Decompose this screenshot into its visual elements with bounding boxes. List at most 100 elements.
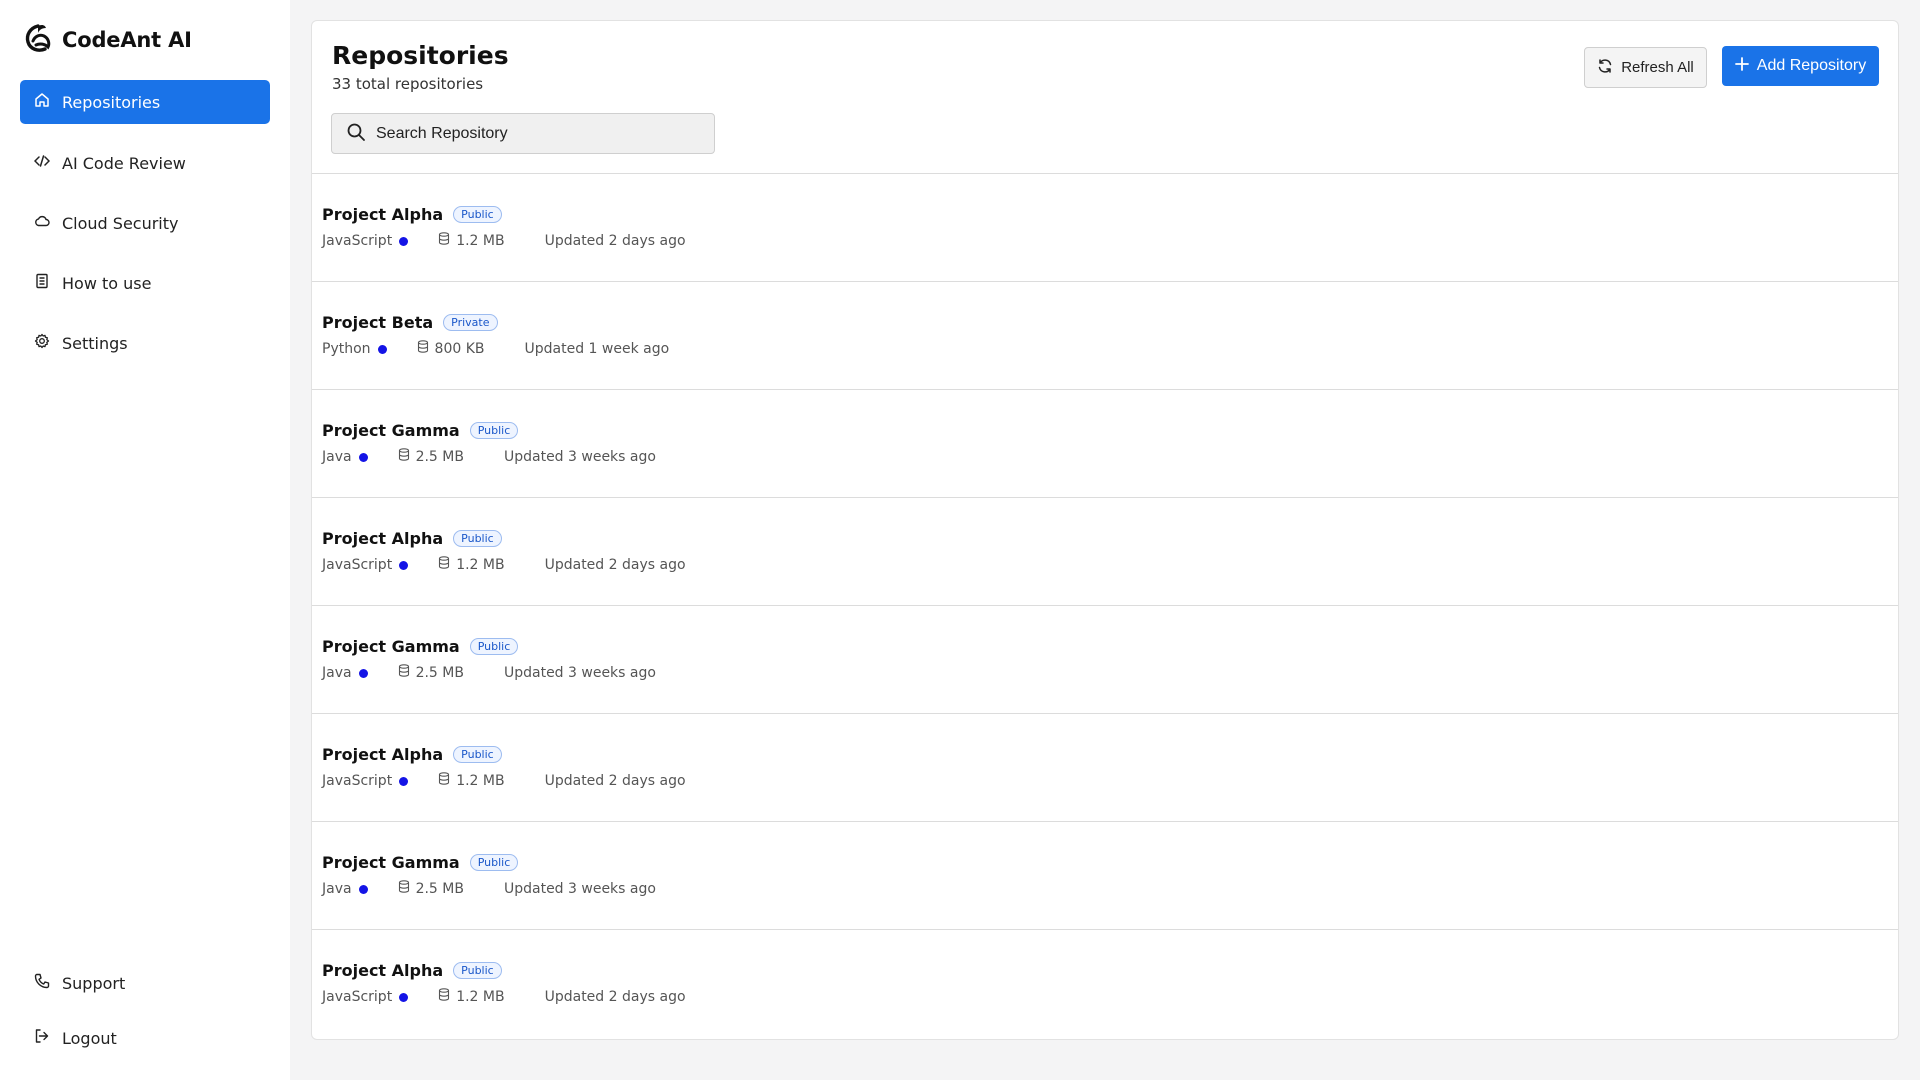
sidebar-item-settings[interactable]: Settings [20, 321, 270, 365]
language-dot-icon [358, 669, 368, 678]
gear-icon [34, 333, 50, 353]
repository-name: Project Alpha [322, 745, 444, 764]
repository-row[interactable]: Project Beta Private Python 800 KB Updat… [312, 282, 1898, 390]
database-icon [398, 880, 410, 897]
database-icon [398, 664, 410, 681]
phone-icon [34, 973, 50, 993]
visibility-badge: Public [453, 530, 502, 547]
add-repository-label: Add Repository [1756, 57, 1867, 74]
logout-icon [34, 1028, 50, 1048]
repository-language: JavaScript [322, 232, 393, 249]
repository-language: Java [322, 664, 352, 681]
codeant-logo-icon [24, 22, 54, 58]
visibility-badge: Public [453, 746, 502, 763]
panel-header: Repositories 33 total repositories Refre… [312, 21, 1898, 174]
plus-icon [1734, 56, 1749, 76]
visibility-badge: Public [469, 854, 519, 871]
visibility-badge: Public [453, 206, 502, 223]
brand-name: CodeAnt AI [62, 28, 192, 52]
repository-language: Java [322, 880, 352, 897]
sidebar-item-label: Repositories [62, 92, 161, 112]
database-icon [398, 448, 410, 465]
repository-size: 1.2 MB [456, 556, 505, 573]
repository-updated: Updated 2 days ago [544, 232, 686, 249]
repository-language: Java [322, 448, 352, 465]
repository-name: Project Gamma [322, 637, 460, 656]
refresh-icon [1597, 58, 1613, 78]
repository-updated: Updated 1 week ago [524, 340, 670, 357]
search-icon [346, 122, 366, 146]
visibility-badge: Public [469, 638, 519, 655]
cloud-icon [34, 213, 50, 233]
repository-name: Project Gamma [322, 421, 460, 440]
code-icon [33, 153, 51, 173]
repository-row[interactable]: Project Alpha Public JavaScript 1.2 MB U… [312, 498, 1898, 606]
refresh-all-button[interactable]: Refresh All [1584, 47, 1707, 88]
repository-updated: Updated 3 weeks ago [503, 664, 656, 681]
search-input[interactable] [376, 124, 696, 143]
sidebar-item-logout[interactable]: Logout [20, 1016, 270, 1060]
repository-updated: Updated 2 days ago [544, 988, 686, 1005]
sidebar-item-label: AI Code Review [62, 153, 186, 173]
repository-updated: Updated 2 days ago [544, 556, 686, 573]
repository-list: Project Alpha Public JavaScript 1.2 MB U… [312, 174, 1898, 1038]
language-dot-icon [399, 993, 409, 1002]
repository-name: Project Beta [322, 313, 434, 332]
repository-updated: Updated 3 weeks ago [503, 448, 656, 465]
repository-language: JavaScript [322, 556, 393, 573]
sidebar: CodeAnt AI Repositories AI Code Review C… [0, 0, 290, 1080]
repository-row[interactable]: Project Alpha Public JavaScript 1.2 MB U… [312, 714, 1898, 822]
add-repository-button[interactable]: Add Repository [1722, 46, 1879, 86]
sidebar-item-label: Cloud Security [62, 213, 179, 233]
sidebar-item-label: Logout [62, 1028, 117, 1048]
repository-name: Project Alpha [322, 961, 444, 980]
database-icon [438, 772, 450, 789]
repository-row[interactable]: Project Alpha Public JavaScript 1.2 MB U… [312, 930, 1898, 1038]
repository-size: 1.2 MB [456, 772, 505, 789]
sidebar-item-label: Settings [62, 333, 128, 353]
repositories-panel: Repositories 33 total repositories Refre… [311, 20, 1899, 1040]
language-dot-icon [358, 453, 368, 462]
sidebar-item-how-to-use[interactable]: How to use [20, 261, 270, 305]
sidebar-item-label: Support [62, 973, 126, 993]
repository-row[interactable]: Project Gamma Public Java 2.5 MB Updated… [312, 606, 1898, 714]
repository-size: 1.2 MB [456, 988, 505, 1005]
sidebar-item-ai-code-review[interactable]: AI Code Review [20, 141, 270, 185]
repository-updated: Updated 3 weeks ago [503, 880, 656, 897]
sidebar-item-repositories[interactable]: Repositories [20, 80, 270, 124]
database-icon [438, 556, 450, 573]
repository-size: 2.5 MB [415, 880, 464, 897]
repository-language: Python [322, 340, 371, 357]
repository-updated: Updated 2 days ago [544, 772, 686, 789]
search-box[interactable] [331, 113, 715, 154]
database-icon [417, 340, 429, 357]
repository-name: Project Gamma [322, 853, 460, 872]
repository-size: 2.5 MB [415, 664, 464, 681]
language-dot-icon [377, 345, 387, 354]
refresh-all-label: Refresh All [1621, 59, 1694, 76]
language-dot-icon [399, 561, 409, 570]
database-icon [438, 988, 450, 1005]
sidebar-item-label: How to use [62, 273, 152, 293]
home-icon [34, 92, 50, 112]
repository-row[interactable]: Project Gamma Public Java 2.5 MB Updated… [312, 390, 1898, 498]
visibility-badge: Public [453, 962, 502, 979]
repository-size: 1.2 MB [456, 232, 505, 249]
language-dot-icon [358, 885, 368, 894]
repository-count: 33 total repositories [332, 75, 484, 93]
repository-language: JavaScript [322, 988, 393, 1005]
visibility-badge: Private [443, 314, 498, 331]
repository-row[interactable]: Project Gamma Public Java 2.5 MB Updated… [312, 822, 1898, 930]
visibility-badge: Public [469, 422, 519, 439]
page-title: Repositories [332, 41, 509, 70]
repository-size: 800 KB [434, 340, 485, 357]
repository-size: 2.5 MB [415, 448, 464, 465]
sidebar-item-cloud-security[interactable]: Cloud Security [20, 201, 270, 245]
database-icon [438, 232, 450, 249]
brand[interactable]: CodeAnt AI [24, 22, 192, 58]
language-dot-icon [399, 237, 409, 246]
repository-name: Project Alpha [322, 205, 444, 224]
repository-name: Project Alpha [322, 529, 444, 548]
sidebar-item-support[interactable]: Support [20, 961, 270, 1005]
repository-row[interactable]: Project Alpha Public JavaScript 1.2 MB U… [312, 174, 1898, 282]
